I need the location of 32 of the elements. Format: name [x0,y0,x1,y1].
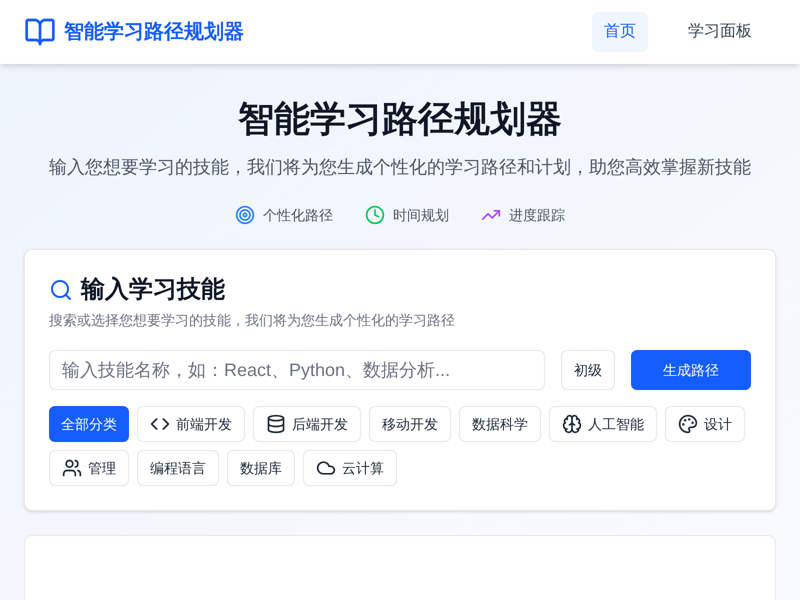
book-icon [24,16,56,48]
clock-icon [365,205,385,225]
category-chip[interactable]: 数据科学 [459,406,541,442]
level-select[interactable]: 初级 [561,350,615,390]
skill-input-field[interactable]: 输入技能名称，如：React、Python、数据分析... [49,350,545,390]
category-chip[interactable]: 编程语言 [137,450,219,486]
database-icon [266,414,286,434]
category-chip[interactable]: 数据库 [227,450,295,486]
category-chip[interactable]: 云计算 [303,450,397,486]
brand-name: 智能学习路径规划器 [64,20,244,45]
target-icon [235,205,255,225]
card-title: 输入学习技能 [81,275,225,305]
search-icon [49,278,73,302]
feature-label: 进度跟踪 [509,206,565,225]
category-chip[interactable]: 全部分类 [49,406,129,442]
feature-label: 时间规划 [393,206,449,225]
users-icon [62,458,82,478]
card-description: 搜索或选择您想要学习的技能，我们将为您生成个性化的学习路径 [49,311,456,330]
brain-icon [562,414,582,434]
generate-button[interactable]: 生成路径 [631,350,751,390]
category-chip[interactable]: 移动开发 [369,406,451,442]
page-title: 智能学习路径规划器 [238,97,562,141]
page-subtitle: 输入您想要学习的技能，我们将为您生成个性化的学习路径和计划，助您高效掌握新技能 [48,156,752,179]
category-chip[interactable]: 前端开发 [137,406,245,442]
nav-tab[interactable]: 首页 [592,12,648,52]
palette-icon [678,414,698,434]
nav-tab[interactable]: 学习面板 [664,12,776,52]
category-chip[interactable]: 设计 [665,406,745,442]
feature-label: 个性化路径 [263,206,333,225]
category-chip[interactable]: 人工智能 [549,406,657,442]
category-chip[interactable]: 管理 [49,450,129,486]
category-chip[interactable]: 后端开发 [253,406,361,442]
